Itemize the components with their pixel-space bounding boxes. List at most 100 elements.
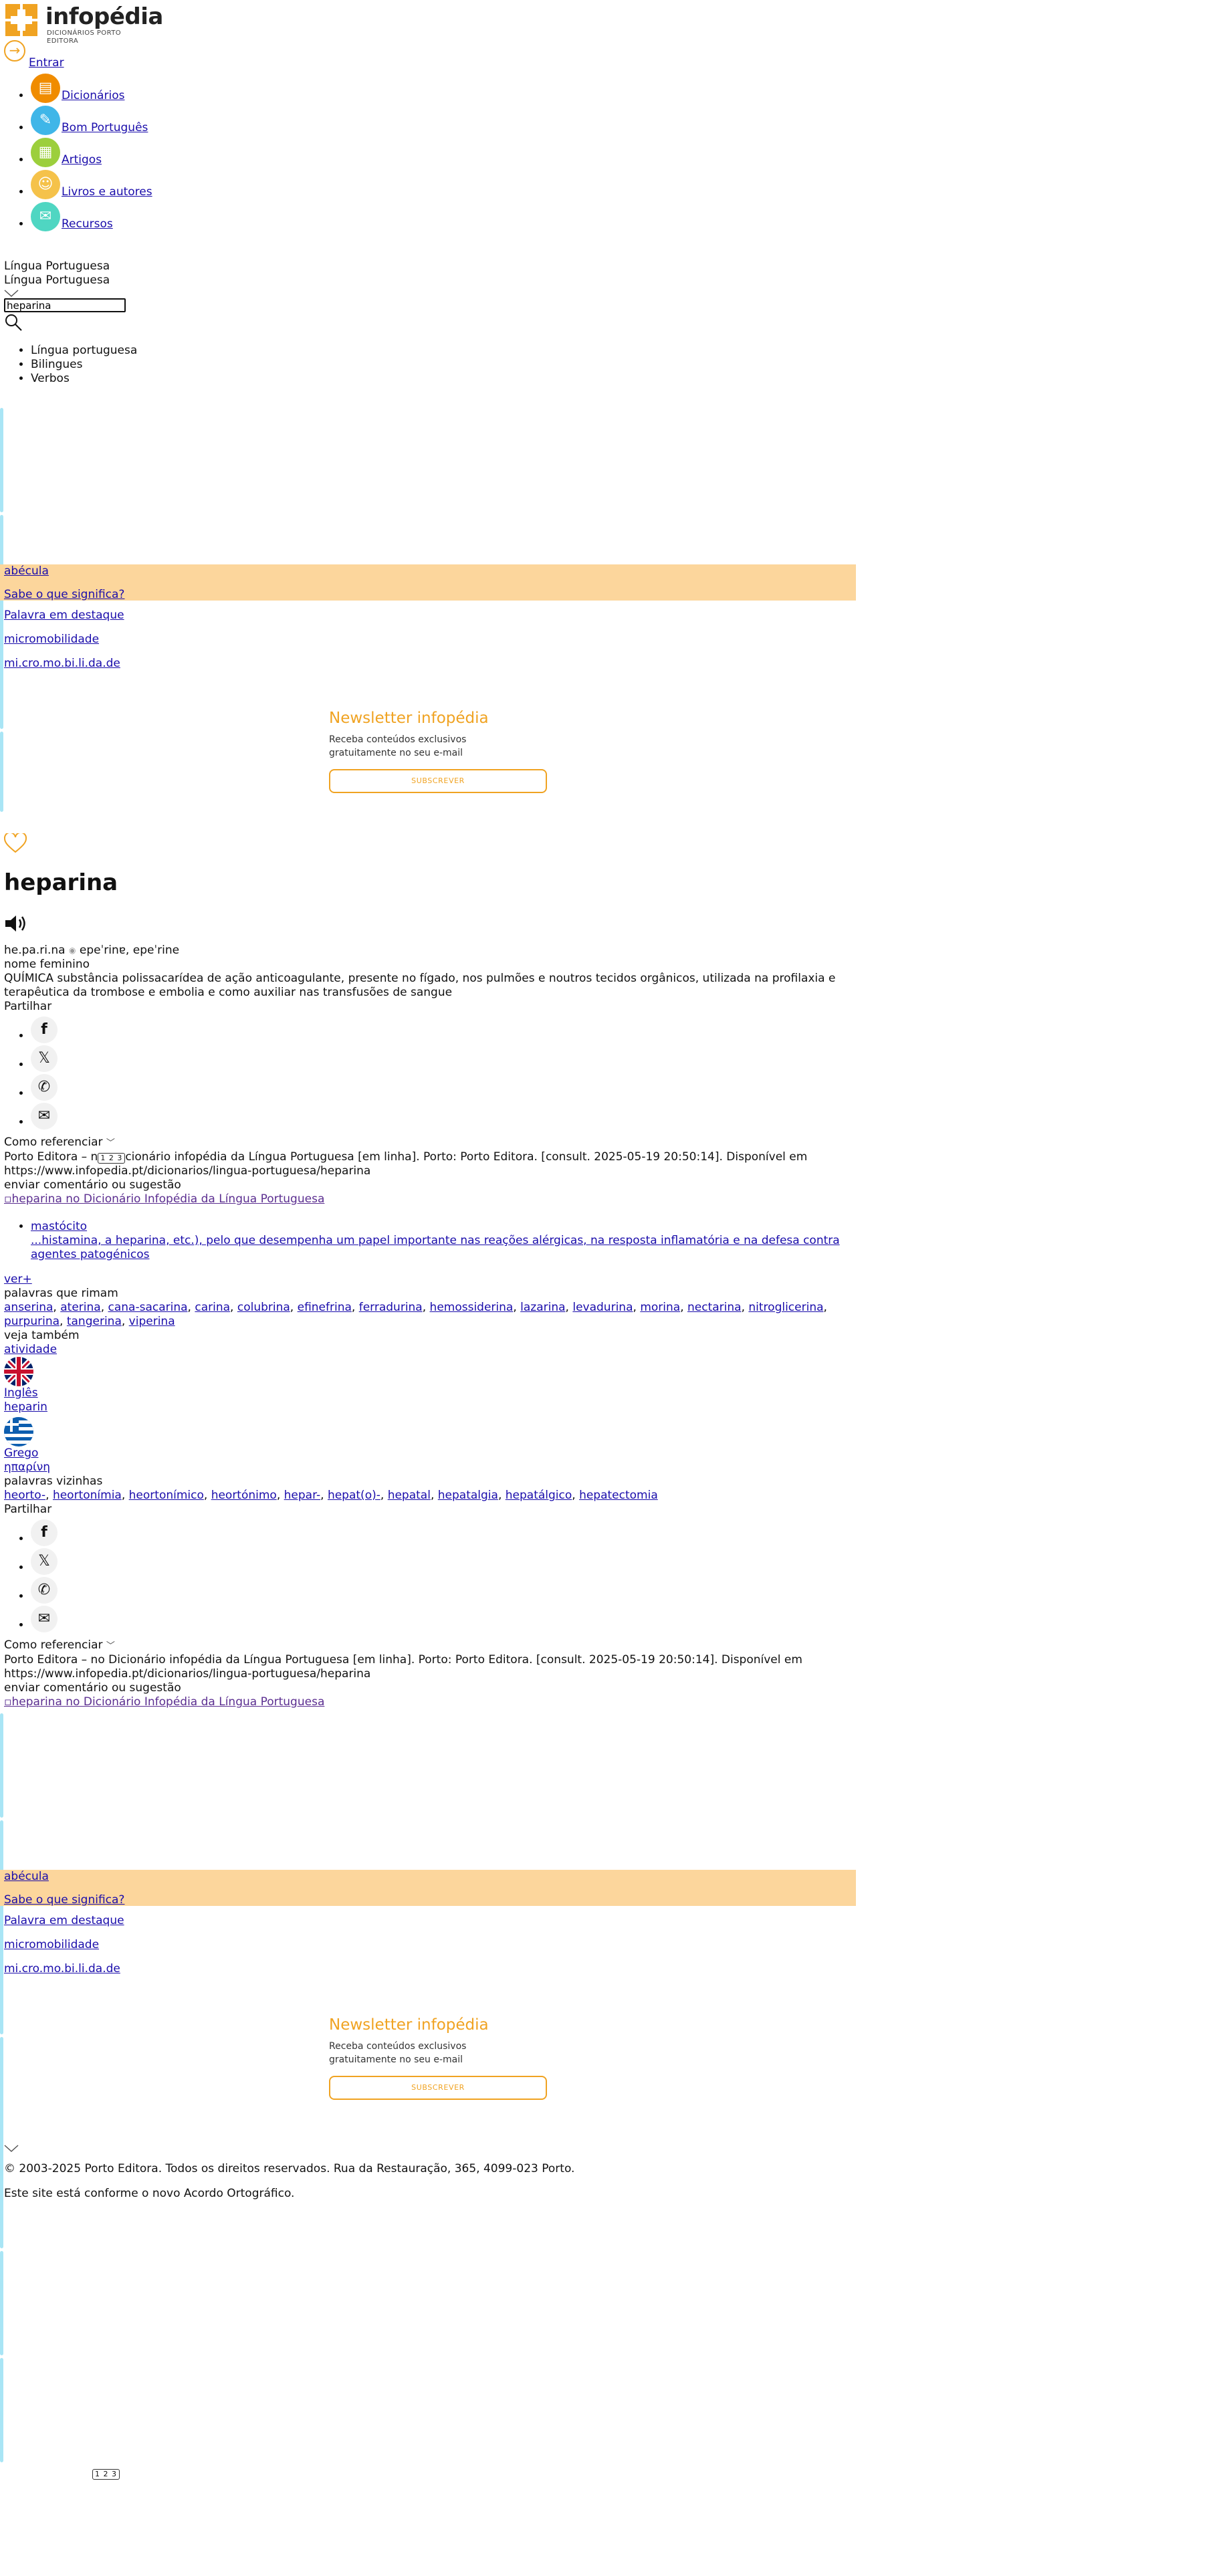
chevron-down-icon[interactable] — [4, 2143, 853, 2157]
language-selected[interactable]: Língua Portuguesa — [4, 274, 110, 288]
rhyme-link[interactable]: ferradurina — [359, 1301, 423, 1314]
rhyme-link[interactable]: levadurina — [572, 1301, 633, 1314]
featured-word[interactable]: micromobilidade — [4, 633, 99, 646]
document-icon[interactable]: ▦ — [31, 138, 60, 167]
translation-language[interactable]: Inglês — [4, 1386, 38, 1400]
rhyme-link[interactable]: hemossiderina — [430, 1301, 514, 1314]
entry-image-link[interactable]: ▫heparina no Dicionário Infopédia da Lín… — [4, 1695, 324, 1709]
rhyme-link[interactable]: nitroglicerina — [748, 1301, 823, 1314]
pronunciation-icon[interactable]: ◉ — [69, 946, 76, 955]
featured-word[interactable]: micromobilidade — [4, 1938, 99, 1951]
translation-word[interactable]: ηπαρίνη — [4, 1461, 50, 1474]
related-list: mastócito ...histamina, a heparina, etc.… — [4, 1220, 853, 1262]
rhyme-link[interactable]: aterina — [60, 1301, 100, 1314]
rhyme-link[interactable]: efinefrina — [298, 1301, 352, 1314]
x-icon[interactable]: 𝕏 — [31, 1045, 58, 1072]
newsletter-text: Receba conteúdos exclusivos gratuitament… — [329, 2040, 550, 2066]
see-also-link[interactable]: atividade — [4, 1343, 57, 1356]
speaker-icon[interactable] — [4, 914, 29, 934]
email-icon[interactable]: ✉ — [31, 1103, 58, 1130]
nav-link[interactable]: Recursos — [62, 217, 113, 231]
neighbor-link[interactable]: hepatálgico — [506, 1489, 572, 1502]
rhyme-link[interactable]: colubrina — [237, 1301, 290, 1314]
entry-image-link[interactable]: ▫heparina no Dicionário Infopédia da Lín… — [4, 1192, 324, 1206]
neighbor-link[interactable]: hepatalgia — [438, 1489, 498, 1502]
abecula-link[interactable]: abécula — [4, 1870, 852, 1884]
search-icon[interactable] — [4, 313, 23, 332]
neighbor-link[interactable]: heortonímico — [129, 1489, 204, 1502]
nav-link[interactable]: Dicionários — [62, 89, 124, 102]
translation-word[interactable]: heparin — [4, 1400, 47, 1414]
search-input[interactable] — [4, 298, 126, 312]
neighbor-link[interactable]: heorto- — [4, 1489, 45, 1502]
feedback-text[interactable]: enviar comentário ou sugestão — [4, 1178, 853, 1192]
neighbor-link[interactable]: hepatectomia — [579, 1489, 658, 1502]
abecula-link[interactable]: abécula — [4, 564, 852, 578]
pen-icon[interactable]: ✎ — [31, 106, 60, 135]
related-word[interactable]: mastócito — [31, 1220, 87, 1233]
orthography-note: Este site está conforme o novo Acordo Or… — [4, 2187, 295, 2200]
chevron-down-icon[interactable]: ﹀ — [106, 1136, 115, 1150]
grammar: nome feminino — [4, 958, 90, 971]
book-icon[interactable]: ▤ — [31, 74, 60, 103]
featured-syllables[interactable]: mi.cro.mo.bi.li.da.de — [4, 1962, 120, 1975]
scroll-pill[interactable]: 1 2 3 — [92, 2469, 120, 2480]
abecula-banner: abécula Sabe o que significa? — [0, 564, 856, 601]
brand-subtitle: DICIONÁRIOS PORTO EDITORA — [47, 29, 121, 45]
scroll-pill[interactable]: 1 2 3 — [98, 1153, 126, 1164]
featured-widget: abécula Sabe o que significa? Palavra em… — [0, 564, 856, 671]
resources-icon[interactable]: ✉ — [31, 202, 60, 231]
rhyme-link[interactable]: morina — [640, 1301, 680, 1314]
neighbor-link[interactable]: heortonímia — [53, 1489, 122, 1502]
facebook-icon[interactable]: f — [31, 1016, 58, 1043]
nav-link[interactable]: Artigos — [62, 153, 102, 167]
neighbor-link[interactable]: heortónimo — [211, 1489, 277, 1502]
author-icon[interactable]: ☺ — [31, 170, 60, 199]
related-snippet[interactable]: ...histamina, a heparina, etc.), pelo qu… — [31, 1234, 840, 1261]
whatsapp-icon[interactable]: ✆ — [31, 1074, 58, 1101]
whatsapp-icon[interactable]: ✆ — [31, 1577, 58, 1604]
rhyme-link[interactable]: nectarina — [687, 1301, 742, 1314]
rhyme-link[interactable]: purpurina — [4, 1315, 60, 1328]
translation-language[interactable]: Grego — [4, 1446, 38, 1460]
rhyme-link[interactable]: cana-sacarina — [108, 1301, 188, 1314]
reference-toggle[interactable]: Como referenciar ﹀ — [4, 1638, 853, 1653]
rhyme-link[interactable]: viperina — [129, 1315, 175, 1328]
know-meaning-link[interactable]: Sabe o que significa? — [4, 1893, 852, 1907]
uk-flag-icon[interactable] — [4, 1357, 33, 1386]
abecula-banner: abécula Sabe o que significa? — [0, 1870, 856, 1907]
heart-icon[interactable] — [3, 831, 27, 853]
login-link[interactable]: Entrar — [29, 56, 64, 70]
translation-en: Inglês heparin — [4, 1357, 853, 1414]
email-icon[interactable]: ✉ — [31, 1606, 58, 1632]
login-icon[interactable]: → — [4, 40, 25, 62]
greece-flag-icon[interactable] — [4, 1417, 33, 1446]
neighbor-link[interactable]: hepar- — [284, 1489, 320, 1502]
rhyme-link[interactable]: tangerina — [67, 1315, 122, 1328]
subscribe-button[interactable]: SUBSCREVER — [329, 769, 547, 793]
dict-nav-item[interactable]: Verbos — [31, 372, 137, 386]
featured-label[interactable]: Palavra em destaque — [4, 609, 124, 622]
language-selector[interactable]: Língua Portuguesa Língua Portuguesa — [4, 259, 110, 302]
infopedia-logo[interactable]: infopédia DICIONÁRIOS PORTO EDITORA — [4, 3, 163, 45]
see-more-link[interactable]: ver+ — [4, 1273, 32, 1286]
rhyme-link[interactable]: carina — [195, 1301, 230, 1314]
reference-toggle[interactable]: Como referenciar ﹀ — [4, 1136, 853, 1150]
dict-nav-item[interactable]: Língua portuguesa — [31, 344, 137, 358]
nav-link[interactable]: Bom Português — [62, 121, 148, 134]
nav-link[interactable]: Livros e autores — [62, 185, 152, 199]
subscribe-button[interactable]: SUBSCREVER — [329, 2076, 547, 2100]
featured-syllables[interactable]: mi.cro.mo.bi.li.da.de — [4, 657, 120, 670]
reference-title: Como referenciar — [4, 1638, 103, 1652]
rhyme-link[interactable]: anserina — [4, 1301, 53, 1314]
dict-nav-item[interactable]: Bilingues — [31, 358, 137, 372]
rhyme-link[interactable]: lazarina — [520, 1301, 565, 1314]
neighbor-link[interactable]: hepat(o)- — [328, 1489, 380, 1502]
neighbor-link[interactable]: hepatal — [388, 1489, 431, 1502]
facebook-icon[interactable]: f — [31, 1519, 58, 1546]
know-meaning-link[interactable]: Sabe o que significa? — [4, 588, 852, 602]
chevron-down-icon[interactable]: ﹀ — [106, 1639, 115, 1653]
x-icon[interactable]: 𝕏 — [31, 1548, 58, 1575]
feedback-text[interactable]: enviar comentário ou sugestão — [4, 1681, 853, 1695]
featured-label[interactable]: Palavra em destaque — [4, 1914, 124, 1927]
